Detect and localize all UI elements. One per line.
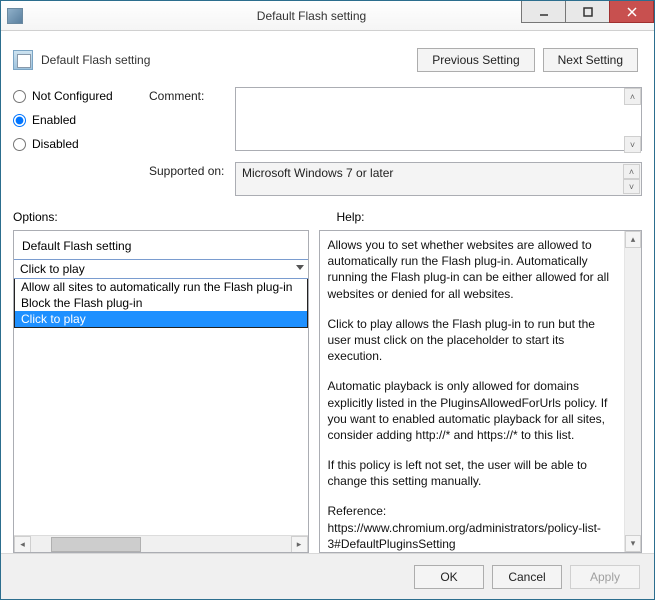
help-panel: Allows you to set whether websites are a… [319, 230, 643, 553]
previous-setting-button[interactable]: Previous Setting [417, 48, 534, 72]
titlebar[interactable]: Default Flash setting [1, 1, 654, 31]
radio-enabled[interactable]: Enabled [13, 113, 143, 127]
comment-scrollbar[interactable]: ˄ ˅ [624, 88, 641, 153]
scroll-down-icon[interactable]: ˅ [623, 179, 640, 194]
help-text: Click to play allows the Flash plug-in t… [328, 316, 622, 365]
scroll-up-icon[interactable]: ˄ [623, 164, 640, 179]
maximize-button[interactable] [565, 1, 610, 23]
comment-label: Comment: [149, 87, 229, 103]
scroll-up-icon[interactable]: ˄ [624, 88, 641, 105]
help-label: Help: [337, 210, 643, 224]
apply-button[interactable]: Apply [570, 565, 640, 589]
radio-disabled-input[interactable] [13, 138, 26, 151]
supported-scrollbar[interactable]: ˄ ˅ [623, 164, 640, 194]
supported-on-text: Microsoft Windows 7 or later [242, 166, 393, 180]
state-radios: Not Configured Enabled Disabled [13, 87, 143, 151]
flash-setting-dropdown[interactable]: Allow all sites to automatically run the… [14, 279, 308, 328]
radio-not-configured-label: Not Configured [32, 89, 113, 103]
dropdown-option[interactable]: Allow all sites to automatically run the… [15, 279, 307, 295]
help-text: Allows you to set whether websites are a… [328, 237, 622, 302]
options-panel: Default Flash setting Click to play Allo… [13, 230, 309, 553]
radio-enabled-label: Enabled [32, 113, 76, 127]
options-hscrollbar[interactable]: ◂ ▸ [14, 535, 308, 552]
supported-on-label: Supported on: [149, 162, 229, 178]
scroll-right-icon[interactable]: ▸ [291, 536, 308, 553]
dropdown-option[interactable]: Block the Flash plug-in [15, 295, 307, 311]
flash-setting-combo[interactable]: Click to play [14, 259, 308, 279]
help-text: Automatic playback is only allowed for d… [328, 378, 622, 443]
close-button[interactable] [609, 1, 654, 23]
policy-icon [13, 50, 33, 70]
minimize-button[interactable] [521, 1, 566, 23]
radio-disabled-label: Disabled [32, 137, 79, 151]
scroll-down-icon[interactable]: ▾ [625, 535, 641, 552]
radio-not-configured[interactable]: Not Configured [13, 89, 143, 103]
help-text: Reference: https://www.chromium.org/admi… [328, 503, 622, 552]
comment-textarea[interactable] [235, 87, 642, 151]
dialog-footer: OK Cancel Apply [1, 553, 654, 599]
scroll-left-icon[interactable]: ◂ [14, 536, 31, 553]
help-text: If this policy is left not set, the user… [328, 457, 622, 489]
scroll-down-icon[interactable]: ˅ [624, 136, 641, 153]
supported-on-box: Microsoft Windows 7 or later ˄ ˅ [235, 162, 642, 196]
scroll-up-icon[interactable]: ▴ [625, 231, 641, 248]
page-title: Default Flash setting [41, 53, 150, 67]
radio-disabled[interactable]: Disabled [13, 137, 143, 151]
help-vscrollbar[interactable]: ▴ ▾ [624, 231, 641, 552]
dropdown-option[interactable]: Click to play [15, 311, 307, 327]
options-panel-title: Default Flash setting [14, 237, 308, 259]
cancel-button[interactable]: Cancel [492, 565, 562, 589]
combo-value: Click to play [20, 262, 85, 276]
ok-button[interactable]: OK [414, 565, 484, 589]
radio-enabled-input[interactable] [13, 114, 26, 127]
next-setting-button[interactable]: Next Setting [543, 48, 638, 72]
scroll-thumb[interactable] [51, 537, 141, 552]
options-label: Options: [13, 210, 319, 224]
dialog-window: Default Flash setting Default Flash sett… [0, 0, 655, 600]
radio-not-configured-input[interactable] [13, 90, 26, 103]
